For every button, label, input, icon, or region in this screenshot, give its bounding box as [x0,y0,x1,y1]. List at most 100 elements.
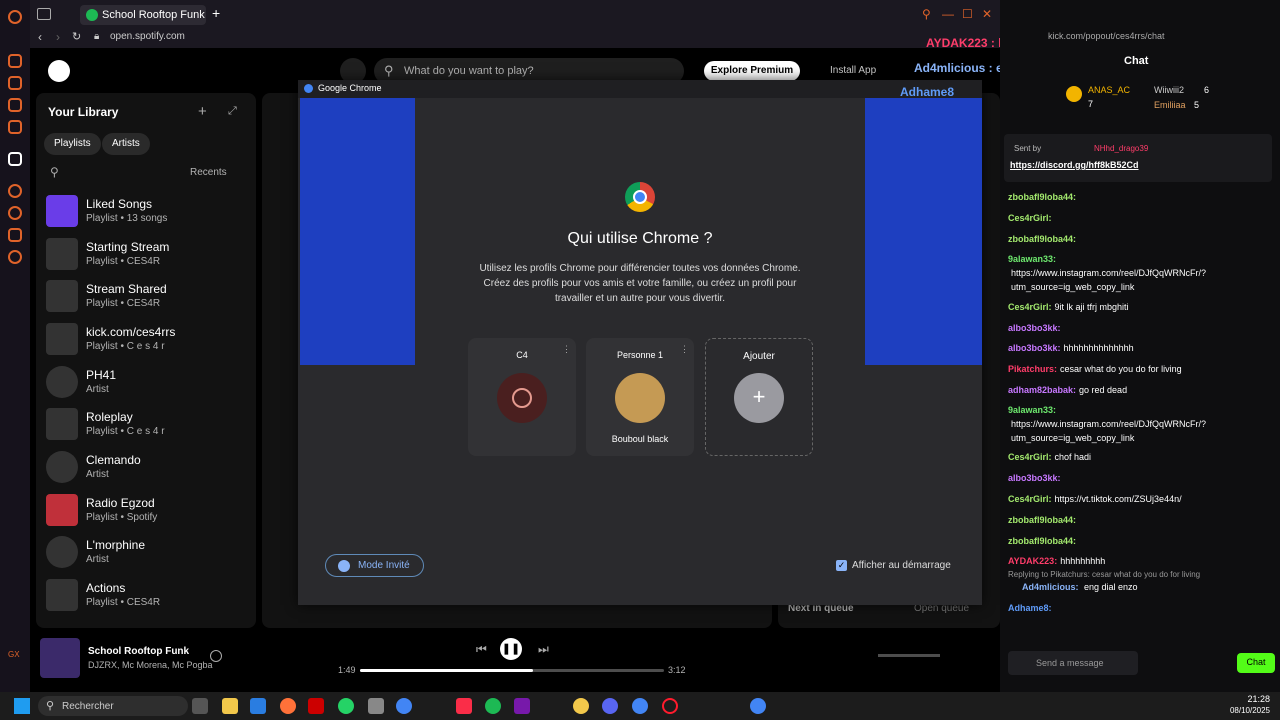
tab-menu-icon[interactable] [37,8,51,20]
firefox-icon[interactable] [280,698,296,714]
filter-playlists[interactable]: Playlists [44,133,101,155]
settings-icon[interactable] [8,250,22,264]
list-item[interactable]: Clemando Artist [46,449,246,487]
prev-icon[interactable]: ⏮ [476,642,487,657]
chat-username[interactable]: zbobafl9loba44: [1008,515,1076,525]
list-item[interactable]: Stream Shared Playlist • CES4R [46,278,246,316]
leader-count: 5 [1194,100,1200,110]
close-icon[interactable]: ✕ [982,7,992,21]
pinned-message[interactable]: Sent by NHhd_drago39 https://discord.gg/… [1004,134,1272,182]
chat-username[interactable]: albo3bo3kk: [1008,323,1061,333]
file-explorer-icon[interactable] [222,698,238,714]
explore-premium-button[interactable]: Explore Premium [704,61,800,81]
chat-username[interactable]: Ces4rGirl: [1008,213,1052,223]
spotify-icon[interactable] [485,698,501,714]
add-profile-card[interactable]: Ajouter + [705,338,813,456]
filter-artists[interactable]: Artists [102,133,150,155]
more-icon[interactable]: ⋮ [562,344,571,355]
chat-username[interactable]: Ces4rGirl: [1008,494,1052,504]
pause-button[interactable]: ❚❚ [500,638,522,660]
now-playing-title[interactable]: School Rooftop Funk [88,646,189,657]
tab-spotify[interactable]: School Rooftop Funk • DJ [80,5,206,25]
gx-control-icon[interactable] [8,54,22,68]
chat-username[interactable]: albo3bo3kk: [1008,473,1061,483]
list-item[interactable]: Actions Playlist • CES4R [46,577,246,615]
list-item[interactable]: Radio Egzod Playlist • Spotify [46,492,246,530]
item-title: Actions [86,581,126,595]
search-icon[interactable]: ⚲ [922,7,931,21]
extensions-icon[interactable] [8,228,22,242]
list-item[interactable]: Roleplay Playlist • C e s 4 r [46,406,246,444]
dialog-description: Utilisez les profils Chrome pour différe… [479,263,801,304]
chrome-icon[interactable] [632,698,648,714]
expand-icon[interactable]: ⤢ [228,105,237,118]
progress-bar[interactable] [360,669,664,672]
chat-username[interactable]: AYDAK223: [1008,556,1057,566]
next-icon[interactable]: ⏭ [538,642,549,657]
chat-username[interactable]: Ces4rGirl: [1008,302,1052,312]
chat-username[interactable]: 9alawan33: [1008,405,1056,415]
task-view-icon[interactable] [192,698,208,714]
new-tab-icon[interactable]: + [212,5,220,21]
player-icon[interactable] [8,184,22,198]
chat-username[interactable]: Pikatchurs: [1008,364,1057,374]
taskbar-search[interactable]: ⚲ Rechercher [38,696,188,716]
start-icon[interactable] [14,698,30,714]
chat-username[interactable]: zbobafl9loba44: [1008,192,1076,202]
startup-checkbox[interactable]: ✓ [836,560,847,571]
url-field[interactable]: open.spotify.com [110,31,185,42]
app-icon[interactable] [368,698,384,714]
gx-corner-icon[interactable] [8,76,22,90]
guest-mode-button[interactable]: Mode Invité [325,554,424,577]
chat-username[interactable]: Ces4rGirl: [1008,452,1052,462]
chat-username[interactable]: zbobafl9loba44: [1008,234,1076,244]
minimize-icon[interactable]: — [942,7,954,21]
list-item[interactable]: PH41 Artist [46,364,246,402]
item-title: PH41 [86,368,117,382]
chat-username[interactable]: zbobafl9loba44: [1008,536,1076,546]
kick-icon[interactable] [8,152,22,166]
volume-slider[interactable] [878,654,940,657]
store-icon[interactable] [250,698,266,714]
more-icon[interactable]: ⋮ [680,344,689,355]
whatsapp-icon[interactable] [338,698,354,714]
add-to-library-icon[interactable] [210,650,222,662]
now-playing-cover[interactable] [40,638,80,678]
profile-card-c4[interactable]: C4 ⋮ [468,338,576,456]
reload-icon[interactable]: ↻ [72,30,81,43]
sort-button[interactable]: Recents [190,167,227,178]
chat-username[interactable]: adham82babak: [1008,385,1076,395]
discord-icon[interactable] [602,698,618,714]
chat-username[interactable]: albo3bo3kk: [1008,343,1061,353]
forward-icon[interactable]: › [56,30,60,44]
now-playing-artists[interactable]: DJZRX, Mc Morena, Mc Pogba [88,660,213,670]
app-icon[interactable] [573,698,589,714]
add-icon[interactable]: + [198,103,207,120]
chat-send-button[interactable]: Chat [1237,653,1275,673]
history-icon[interactable] [8,206,22,220]
list-item[interactable]: Liked Songs Playlist • 13 songs [46,193,246,231]
back-icon[interactable]: ‹ [38,30,42,44]
maximize-icon[interactable]: ☐ [962,7,973,21]
music-icon[interactable] [456,698,472,714]
music-icon[interactable] [8,120,22,134]
chat-message: albo3bo3kk: hhhhhhhhhhhhhh [1008,343,1134,353]
chat-username[interactable]: 9alawan33: [1008,254,1056,264]
opera-logo-icon[interactable] [8,10,22,24]
chat-text: utm_source=ig_web_copy_link [1011,282,1135,292]
onenote-icon[interactable] [514,698,530,714]
list-item[interactable]: L'morphine Artist [46,534,246,572]
app-icon[interactable] [308,698,324,714]
chrome-icon[interactable] [396,698,412,714]
list-item[interactable]: Starting Stream Playlist • CES4R [46,236,246,274]
opera-icon[interactable] [662,698,678,714]
library-search-icon[interactable]: ⚲ [50,165,59,179]
spotify-logo-icon[interactable] [48,60,70,82]
pinned-link[interactable]: https://discord.gg/hff8kB52Cd [1010,160,1139,170]
messenger-icon[interactable] [8,98,22,112]
message-input[interactable]: Send a message [1008,651,1138,675]
install-app-button[interactable]: Install App [830,65,876,76]
list-item[interactable]: kick.com/ces4rrs Playlist • C e s 4 r [46,321,246,359]
chrome-active-icon[interactable] [750,698,766,714]
profile-card-personne1[interactable]: Personne 1 ⋮ Bouboul black [586,338,694,456]
